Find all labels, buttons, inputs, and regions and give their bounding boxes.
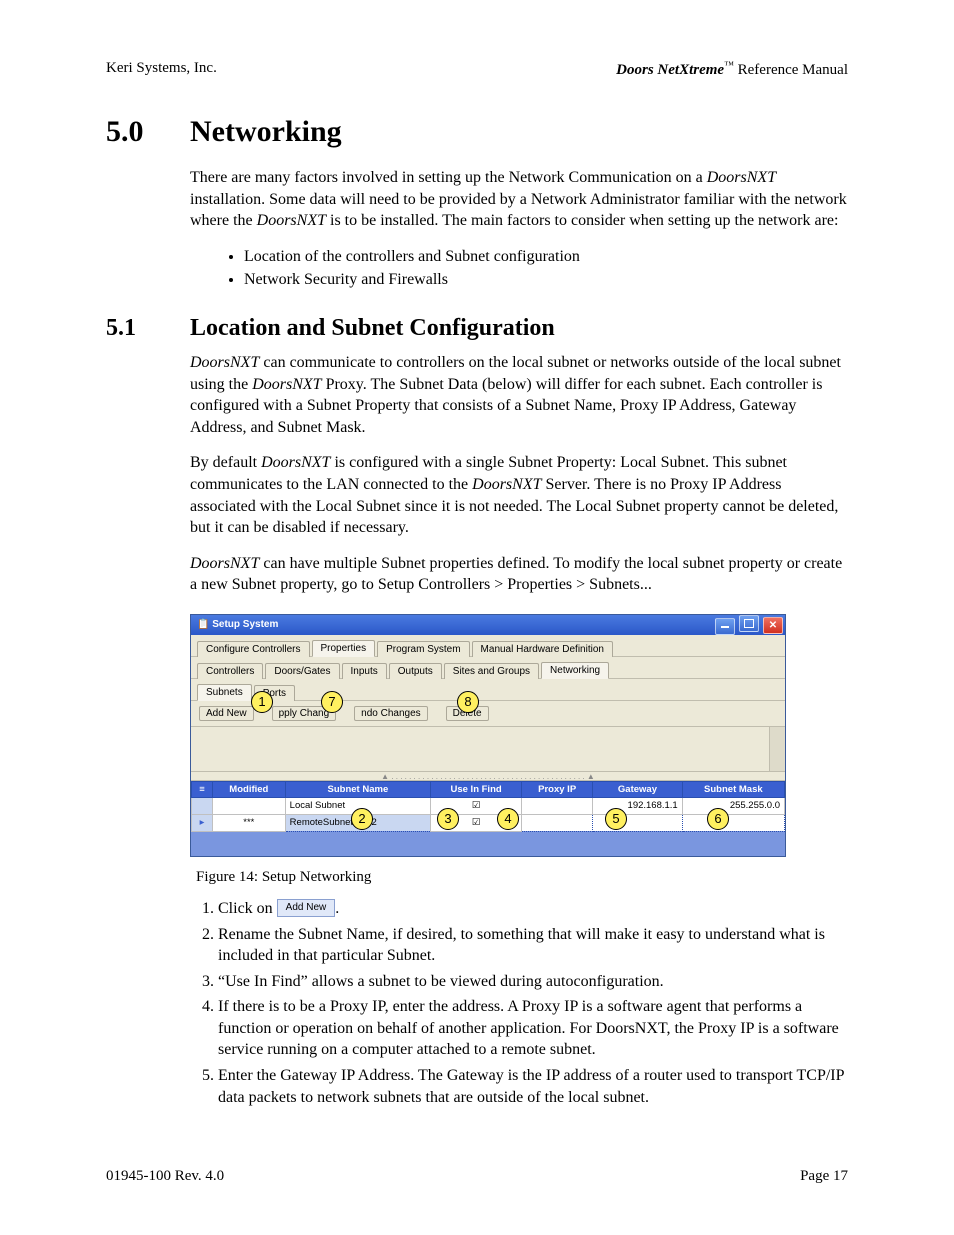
blank-panel [191, 727, 785, 772]
tab-doors-gates[interactable]: Doors/Gates [265, 663, 339, 679]
row-selector[interactable] [192, 797, 213, 814]
vertical-scrollbar[interactable] [769, 727, 785, 771]
setup-system-window: 📋 Setup System ✕ Configure Controllers P… [190, 614, 786, 857]
tab-properties[interactable]: Properties [312, 640, 376, 657]
intro-para: There are many factors involved in setti… [190, 167, 848, 232]
grid-corner: ≡ [192, 781, 213, 797]
undo-changes-button[interactable]: ndo Changes [354, 706, 428, 721]
col-gateway[interactable]: Gateway [593, 781, 683, 797]
callout-2: 2 [351, 808, 373, 830]
close-icon[interactable]: ✕ [763, 617, 783, 634]
callout-5: 5 [605, 808, 627, 830]
cell-modified: *** [213, 814, 286, 831]
callout-8: 8 [457, 691, 479, 713]
add-new-inline-button: Add New [277, 899, 336, 917]
footer-docid: 01945-100 Rev. 4.0 [106, 1168, 224, 1185]
cell-proxy-ip[interactable] [522, 814, 593, 831]
row-selector[interactable]: ▸ [192, 814, 213, 831]
col-subnet-name[interactable]: Subnet Name [285, 781, 430, 797]
step-4: If there is to be a Proxy IP, enter the … [218, 996, 848, 1061]
col-modified[interactable]: Modified [213, 781, 286, 797]
window-title: 📋 Setup System [197, 619, 278, 630]
splitter-bar[interactable]: ▲ . . . . . . . . . . . . . . . . . . . … [191, 772, 785, 781]
cell-subnet-mask[interactable]: 255.255.0.0 [682, 797, 784, 814]
minimize-icon[interactable] [715, 618, 735, 635]
property-tabs: Controllers Doors/Gates Inputs Outputs S… [191, 657, 785, 679]
col-subnet-mask[interactable]: Subnet Mask [682, 781, 784, 797]
tab-configure-controllers[interactable]: Configure Controllers [197, 641, 310, 657]
step-1: Click on Add New. [218, 898, 848, 920]
callout-7: 7 [321, 691, 343, 713]
sec51-para1: DoorsNXT can communicate to controllers … [190, 352, 848, 438]
cell-modified [213, 797, 286, 814]
bullet-item: Network Security and Firewalls [244, 269, 848, 291]
cell-proxy-ip[interactable] [522, 797, 593, 814]
tab-outputs[interactable]: Outputs [389, 663, 442, 679]
tab-manual-hardware[interactable]: Manual Hardware Definition [472, 641, 613, 657]
tab-controllers[interactable]: Controllers [197, 663, 263, 679]
networking-subtabs: Subnets Ports [191, 679, 785, 701]
tab-subnets[interactable]: Subnets [197, 684, 252, 701]
callout-3: 3 [437, 808, 459, 830]
window-titlebar[interactable]: 📋 Setup System ✕ [191, 615, 785, 635]
subnet-grid: ≡ Modified Subnet Name Use In Find Proxy… [191, 781, 785, 856]
header-product: Doors NetXtreme™ Reference Manual [616, 60, 848, 79]
header-company: Keri Systems, Inc. [106, 60, 217, 79]
sec51-para2: By default DoorsNXT is configured with a… [190, 452, 848, 538]
bullet-item: Location of the controllers and Subnet c… [244, 246, 848, 268]
callout-1: 1 [251, 691, 273, 713]
running-footer: 01945-100 Rev. 4.0 Page 17 [106, 1168, 848, 1185]
tab-networking[interactable]: Networking [541, 662, 609, 679]
tab-program-system[interactable]: Program System [377, 641, 469, 657]
footer-page: Page 17 [800, 1168, 848, 1185]
step-2: Rename the Subnet Name, if desired, to s… [218, 924, 848, 967]
subnet-toolbar: Add New pply Chang ndo Changes Delete [191, 701, 785, 727]
step-5: Enter the Gateway IP Address. The Gatewa… [218, 1065, 848, 1108]
step-3: “Use In Find” allows a subnet to be view… [218, 971, 848, 993]
sec51-para3: DoorsNXT can have multiple Subnet proper… [190, 553, 848, 596]
col-proxy-ip[interactable]: Proxy IP [522, 781, 593, 797]
callout-6: 6 [707, 808, 729, 830]
procedure-steps: Click on Add New. Rename the Subnet Name… [190, 898, 848, 1108]
running-header: Keri Systems, Inc. Doors NetXtreme™ Refe… [106, 60, 848, 79]
intro-bullets: Location of the controllers and Subnet c… [226, 246, 848, 291]
col-use-in-find[interactable]: Use In Find [431, 781, 522, 797]
callout-4: 4 [497, 808, 519, 830]
cell-subnet-mask[interactable] [682, 814, 784, 831]
maximize-icon[interactable] [739, 615, 759, 632]
table-row[interactable]: ▸ *** RemoteSubnet 3302 ☑ [192, 814, 785, 831]
add-new-button[interactable]: Add New [199, 706, 254, 721]
heading-5-0: 5.0Networking [106, 115, 848, 149]
heading-5-1: 5.1Location and Subnet Configuration [106, 315, 848, 342]
main-menu-tabs: Configure Controllers Properties Program… [191, 635, 785, 657]
tab-inputs[interactable]: Inputs [342, 663, 387, 679]
figure-caption: Figure 14: Setup Networking [196, 869, 848, 886]
tab-sites-groups[interactable]: Sites and Groups [444, 663, 539, 679]
table-row[interactable]: Local Subnet ☑ 192.168.1.1 255.255.0.0 [192, 797, 785, 814]
